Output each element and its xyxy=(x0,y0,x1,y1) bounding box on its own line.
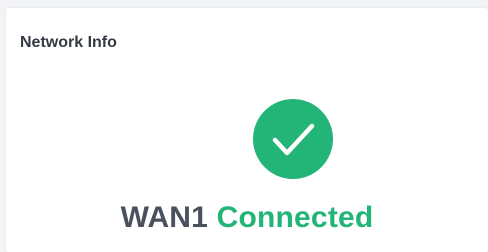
network-info-card: Network Info WAN1 Connected xyxy=(6,8,488,252)
connection-status: WAN1 Connected xyxy=(6,201,488,235)
card-title: Network Info xyxy=(20,34,117,51)
wan-name: WAN1 xyxy=(120,201,209,234)
check-circle-icon xyxy=(253,99,333,179)
connection-state: Connected xyxy=(216,201,374,234)
